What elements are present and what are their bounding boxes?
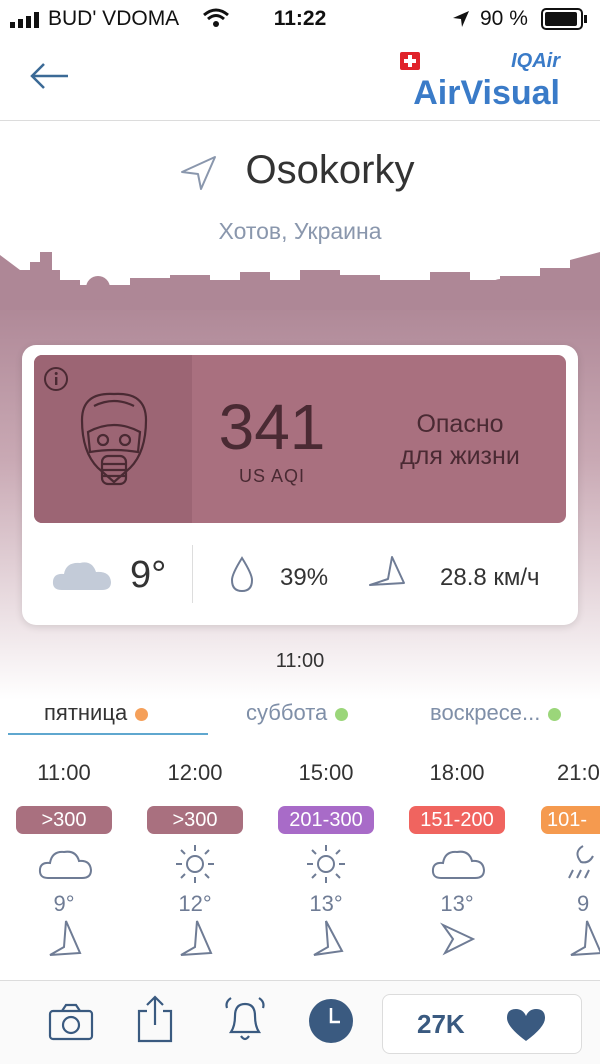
forecast-temp: 13°	[309, 891, 343, 916]
aqi-dot-orange	[135, 707, 149, 721]
info-icon[interactable]	[42, 365, 70, 393]
status-bar: BUD' VDOMA 11:22 90 %	[0, 0, 600, 38]
wind-speed: 28.8 км/ч	[440, 564, 540, 591]
moon-rain-icon	[568, 845, 594, 879]
aqi-status-line2: для жизни	[400, 442, 520, 470]
brand-airvisual: AirVisual	[413, 74, 560, 112]
region-name: Хотов, Украина	[218, 218, 382, 244]
forecast-time: 12:00	[167, 760, 223, 785]
alarm-bell-icon[interactable]	[221, 996, 269, 1044]
camera-icon[interactable]	[48, 1003, 94, 1041]
tab-day-1-label: пятница	[44, 700, 128, 725]
gas-mask-face-icon	[80, 392, 148, 486]
forecast-time: 11:00	[37, 760, 91, 785]
sun-icon	[307, 845, 345, 883]
location-arrow-icon	[453, 11, 469, 27]
tab-day-3-label: воскресе...	[430, 700, 541, 725]
aqi-dot-green	[335, 707, 349, 721]
wind-direction-icon	[49, 920, 82, 956]
battery-percent: 90 %	[480, 7, 528, 30]
humidity-drop-icon	[230, 556, 254, 593]
sun-icon	[176, 845, 214, 883]
share-icon[interactable]	[135, 995, 175, 1045]
aqi-status-line1: Опасно	[416, 410, 504, 438]
active-tab-underline	[8, 733, 208, 735]
forecast-temp: 9	[577, 891, 590, 916]
temperature: 9°	[130, 554, 167, 596]
forecast-temp: 9°	[53, 891, 75, 916]
heart-icon	[507, 1009, 545, 1041]
forecast-column: 21:0 101- 9	[533, 760, 600, 962]
battery-icon	[541, 8, 587, 30]
weather-divider	[192, 545, 193, 603]
aqi-unit: US AQI	[238, 466, 306, 486]
aqi-dot-green	[548, 707, 562, 721]
cloud-icon	[38, 850, 93, 879]
wind-direction-icon	[313, 920, 344, 956]
forecast-aqi-badge: 101-	[541, 806, 600, 834]
forecast-aqi-badge: 151-200	[409, 806, 505, 834]
app-header: IQAir AirVisual	[0, 38, 600, 121]
cloud-icon	[431, 850, 486, 879]
humidity-value: 39%	[280, 564, 329, 591]
forecast-aqi-badge: 201-300	[278, 806, 374, 834]
forecast-column: 11:00 >300 9°	[9, 760, 119, 962]
forecast-time: 21:0	[557, 760, 600, 785]
forecast-time: 18:00	[429, 760, 485, 785]
wind-direction-icon	[369, 556, 405, 586]
tab-day-2-label: суббота	[246, 700, 328, 725]
wind-direction-icon	[439, 922, 476, 956]
back-arrow-icon[interactable]	[28, 60, 70, 92]
updated-time: 11:00	[275, 650, 325, 672]
forecast-aqi-badge: >300	[147, 806, 243, 834]
forecast-column: 15:00 201-300 13°	[271, 760, 381, 962]
like-count: 27K	[417, 1009, 465, 1039]
clock-history-icon[interactable]	[308, 998, 354, 1044]
city-skyline	[0, 252, 600, 310]
like-button[interactable]: 27K	[382, 994, 582, 1054]
forecast-time: 15:00	[298, 760, 354, 785]
tab-day-3[interactable]: воскресе...	[430, 700, 562, 726]
swiss-flag-icon	[400, 52, 420, 70]
aqi-status: Опасно для жизни	[360, 408, 560, 472]
forecast-aqi-badge: >300	[16, 806, 112, 834]
forecast-column: 18:00 151-200 13°	[402, 760, 512, 962]
cloud-icon	[52, 562, 111, 590]
aqi-value: 341	[218, 391, 326, 463]
forecast-column: 12:00 >300 12°	[140, 760, 250, 962]
forecast-temp: 12°	[178, 891, 212, 916]
city-name: Osokorky	[245, 148, 415, 192]
forecast-temp: 13°	[440, 891, 474, 916]
wind-direction-icon	[180, 920, 213, 956]
wind-direction-icon	[570, 920, 600, 956]
tab-day-2[interactable]: суббота	[246, 700, 349, 726]
brand-iqair: IQAir	[511, 50, 560, 72]
tab-day-1[interactable]: пятница	[44, 700, 149, 726]
